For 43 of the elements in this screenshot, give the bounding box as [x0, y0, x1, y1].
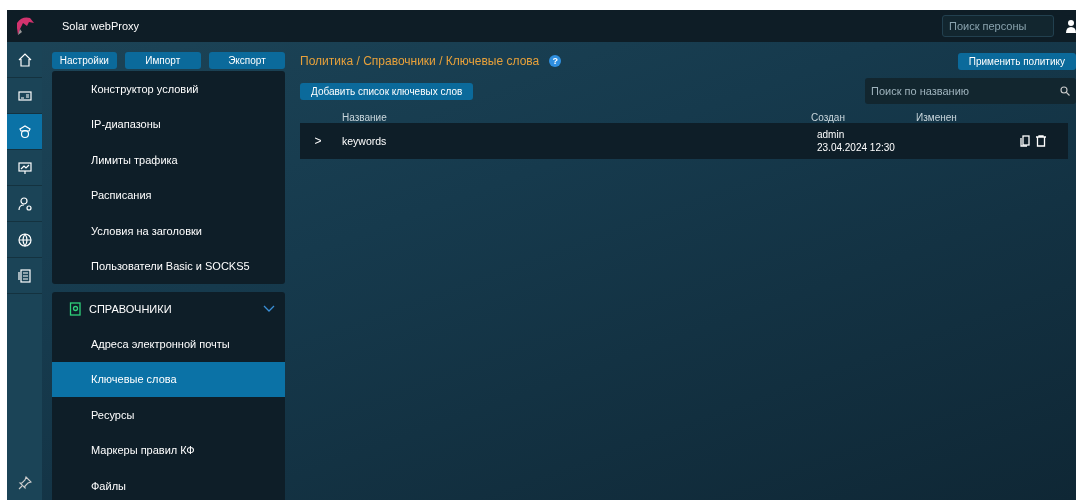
column-header: Изменен — [916, 112, 958, 123]
app-title: Solar webProxy — [62, 20, 140, 32]
apply-policy-button[interactable]: Применить политику — [957, 52, 1076, 70]
nav-item[interactable]: Пользователи Basic и SOCKS5 — [52, 248, 285, 284]
column-header: Название — [342, 112, 388, 123]
document-icon — [17, 268, 32, 283]
nav-item[interactable]: Ключевые слова — [52, 361, 285, 397]
table-cell-text: admin — [817, 129, 846, 140]
id-card-icon — [17, 88, 32, 103]
table-cell-text: 23.04.2024 12:30 — [817, 142, 896, 153]
nav-item[interactable]: Адреса электронной почты — [52, 326, 285, 362]
nav-group-header[interactable]: СПРАВОЧНИКИ — [52, 292, 285, 326]
toolbar-button[interactable]: Настройки — [52, 52, 117, 69]
nav-item[interactable]: Расписания — [52, 177, 285, 213]
nav-item[interactable]: Лимиты трафика — [52, 142, 285, 178]
name-search-field[interactable]: Поиск по названию — [865, 78, 1076, 104]
search-icon — [1060, 86, 1070, 96]
toolbar-button[interactable]: Экспорт — [208, 52, 285, 69]
column-header: Создан — [811, 112, 846, 123]
add-list-button[interactable]: Добавить список ключевых слов — [300, 82, 474, 100]
user-icon[interactable] — [1066, 19, 1076, 33]
breadcrumb: Политика / Справочники / Ключевые слова — [300, 54, 540, 68]
nav-item[interactable]: Условия на заголовки — [52, 213, 285, 249]
expand-toggle[interactable]: > — [300, 134, 336, 148]
trash-icon[interactable] — [1036, 135, 1046, 147]
table-cell-text: keywords — [342, 135, 388, 147]
nav-item[interactable]: Конструктор условий — [52, 71, 285, 107]
pin-icon[interactable] — [17, 476, 32, 490]
table-row[interactable]: > keywords admin 23.04.2024 12:30 — [300, 123, 1068, 159]
nav-item[interactable]: Файлы — [52, 468, 285, 500]
nav-item[interactable]: Ресурсы — [52, 397, 285, 433]
book-icon — [69, 302, 81, 316]
chart-icon — [17, 160, 32, 175]
nav-item[interactable]: Маркеры правил КФ — [52, 432, 285, 468]
globe-icon — [17, 232, 32, 247]
chevron-icon — [263, 305, 275, 313]
nav-item[interactable]: IP-диапазоны — [52, 106, 285, 142]
home-icon — [17, 52, 32, 67]
copy-icon[interactable] — [1020, 135, 1030, 147]
officer-icon — [17, 124, 32, 139]
user-gear-icon — [17, 196, 32, 211]
toolbar-button[interactable]: Импорт — [124, 52, 201, 69]
person-search-field[interactable]: Поиск персоны — [942, 15, 1054, 37]
